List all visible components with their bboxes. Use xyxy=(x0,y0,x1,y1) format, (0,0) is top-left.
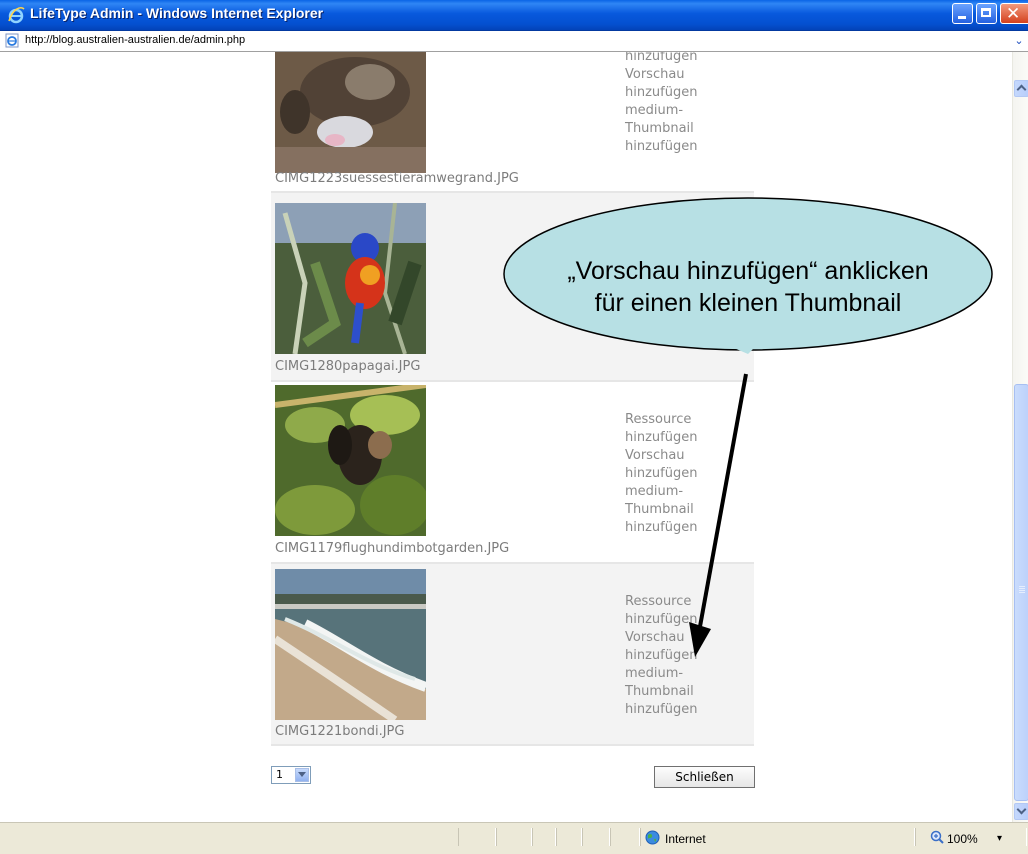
scroll-up-button[interactable] xyxy=(1014,80,1028,97)
zoom-level[interactable]: 100% xyxy=(947,832,978,846)
page-select-value: 1 xyxy=(276,768,283,781)
window-title-bar[interactable]: LifeType Admin - Windows Internet Explor… xyxy=(0,0,1028,31)
close-button[interactable]: Schließen xyxy=(654,766,755,788)
callout-arrow xyxy=(689,373,748,657)
status-cell xyxy=(532,828,556,846)
action-links: hinzufügen Vorschau hinzufügen medium- T… xyxy=(625,52,745,156)
status-bar xyxy=(0,822,1028,854)
callout-text: „Vorschau hinzufügen“ anklicken für eine… xyxy=(500,255,996,319)
internet-explorer-icon xyxy=(8,6,25,24)
close-window-button[interactable]: ✕ xyxy=(1000,3,1028,24)
action-link-thumbnail[interactable]: Thumbnail xyxy=(625,120,745,138)
file-name: CIMG1221bondi.JPG xyxy=(275,724,405,739)
file-name: CIMG1223suessestieramwegrand.JPG xyxy=(275,171,519,186)
chevron-down-icon[interactable]: ⌄ xyxy=(1012,33,1026,48)
security-zone-label: Internet xyxy=(665,832,706,846)
page-content: CIMG1223suessestieramwegrand.JPG hinzufü… xyxy=(0,52,1012,822)
action-link-add[interactable]: hinzufügen xyxy=(625,52,745,66)
scroll-thumb[interactable] xyxy=(1014,384,1028,801)
status-cell xyxy=(496,828,532,846)
status-cell xyxy=(556,828,582,846)
page-select[interactable]: 1 xyxy=(271,766,311,784)
image-thumbnail[interactable] xyxy=(275,203,426,354)
action-link-preview-add[interactable]: hinzufügen xyxy=(625,84,745,102)
status-cell xyxy=(458,828,496,846)
status-cell xyxy=(582,828,610,846)
scroll-down-button[interactable] xyxy=(1014,803,1028,820)
zoom-icon[interactable] xyxy=(930,830,944,844)
minimize-button[interactable] xyxy=(952,3,973,24)
chevron-down-icon[interactable]: ▾ xyxy=(997,833,1002,844)
action-link-preview[interactable]: Vorschau xyxy=(625,66,745,84)
maximize-button[interactable] xyxy=(976,3,997,24)
vertical-scrollbar[interactable] xyxy=(1012,52,1028,822)
action-link-thumbnail-add[interactable]: hinzufügen xyxy=(625,138,745,156)
file-name: CIMG1280papagai.JPG xyxy=(275,359,421,374)
url-text[interactable]: http://blog.australien-australien.de/adm… xyxy=(25,34,245,46)
image-thumbnail[interactable] xyxy=(275,52,426,173)
callout-line-1: „Vorschau hinzufügen“ anklicken xyxy=(567,257,929,285)
globe-icon xyxy=(645,830,660,845)
action-link-thumbnail[interactable]: Thumbnail xyxy=(625,683,745,701)
ie-page-icon xyxy=(5,33,19,48)
list-item: CIMG1223suessestieramwegrand.JPG hinzufü… xyxy=(271,52,754,193)
callout-line-2: für einen kleinen Thumbnail xyxy=(594,289,902,317)
file-name: CIMG1179flughundimbotgarden.JPG xyxy=(275,541,510,556)
image-thumbnail[interactable] xyxy=(275,569,426,720)
action-link-medium[interactable]: medium- xyxy=(625,102,745,120)
window-title: LifeType Admin - Windows Internet Explor… xyxy=(30,5,324,21)
action-link-thumbnail-add[interactable]: hinzufügen xyxy=(625,701,745,719)
close-icon: ✕ xyxy=(1006,4,1021,24)
chevron-down-icon[interactable] xyxy=(295,768,309,782)
address-bar[interactable]: http://blog.australien-australien.de/adm… xyxy=(0,31,1028,52)
status-cell xyxy=(610,828,640,846)
image-thumbnail[interactable] xyxy=(275,385,426,536)
